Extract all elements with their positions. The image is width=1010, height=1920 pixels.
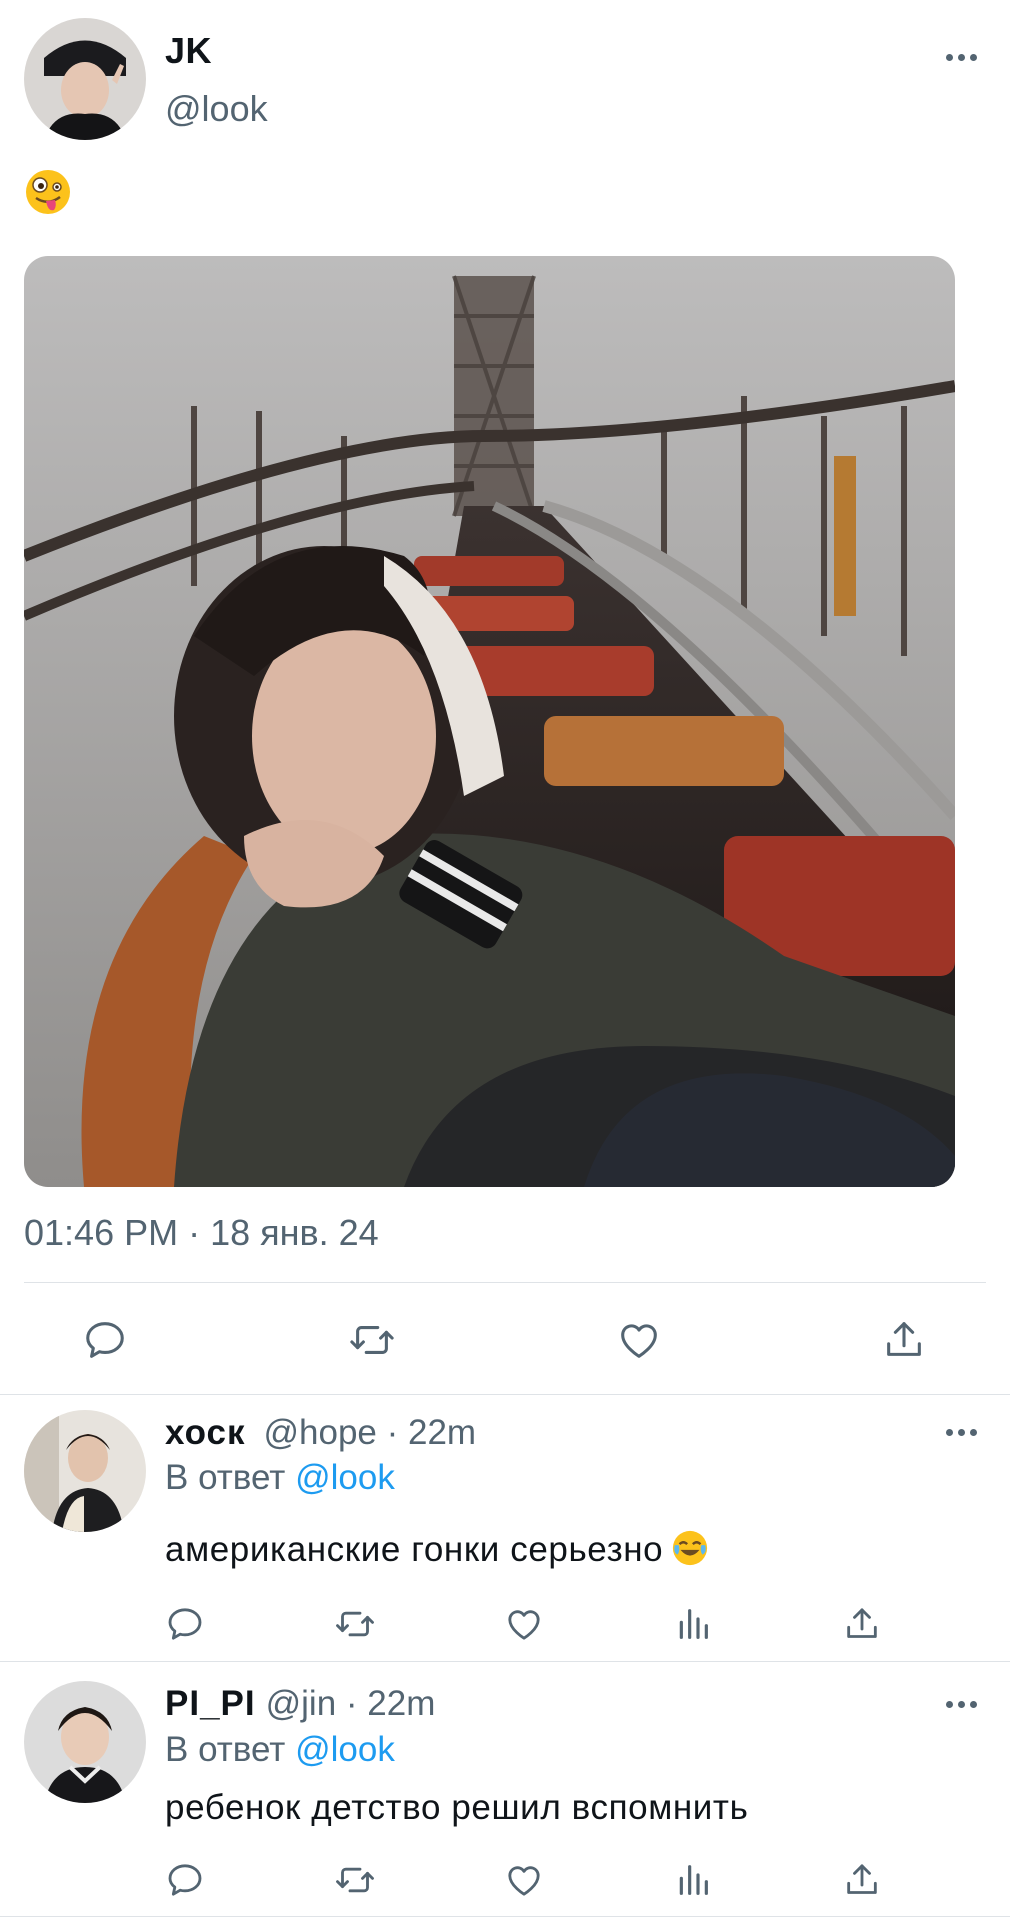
in-reply-label: В ответ [165, 1458, 286, 1497]
author-handle[interactable]: @look [165, 88, 268, 130]
reply-author-name[interactable]: PI_PI [165, 1684, 256, 1723]
retweet-icon[interactable] [331, 1858, 379, 1902]
reply-handle-time[interactable]: @hope · 22m [264, 1413, 477, 1452]
in-reply-to: В ответ @look [165, 1730, 395, 1770]
divider [0, 1916, 1010, 1917]
author-avatar[interactable] [24, 18, 146, 140]
more-icon[interactable] [946, 54, 978, 64]
reply-avatar[interactable] [24, 1410, 146, 1532]
reply-icon[interactable] [163, 1602, 207, 1646]
heart-icon[interactable] [612, 1315, 666, 1365]
reply-avatar[interactable] [24, 1681, 146, 1803]
reply-handle-time[interactable]: @jin · 22m [266, 1684, 436, 1723]
divider [0, 1394, 1010, 1395]
reply-text: американские гонки серьезно [165, 1529, 709, 1570]
heart-icon[interactable] [501, 1858, 547, 1902]
more-icon[interactable] [946, 1429, 978, 1439]
tweet-actions [0, 1310, 1010, 1370]
reply-text-content: американские гонки серьезно [165, 1530, 664, 1569]
share-icon[interactable] [840, 1602, 884, 1646]
reply-text-content: ребенок детство решил вспомнить [165, 1788, 749, 1827]
divider [0, 1661, 1010, 1662]
views-icon[interactable] [671, 1602, 715, 1646]
views-icon[interactable] [671, 1858, 715, 1902]
tweet-timestamp[interactable]: 01:46 PM · 18 янв. 24 [24, 1212, 379, 1254]
reply-actions [0, 1599, 1010, 1649]
reply-actions [0, 1855, 1010, 1905]
reply-header: PI_PI @jin · 22m [165, 1684, 435, 1724]
reply-text: ребенок детство решил вспомнить [165, 1788, 748, 1828]
share-icon[interactable] [840, 1858, 884, 1902]
reply-author-name[interactable]: хоск [165, 1413, 246, 1452]
divider [24, 1282, 986, 1283]
in-reply-to: В ответ @look [165, 1458, 395, 1498]
zany-face-emoji [24, 168, 72, 216]
reply-icon[interactable] [78, 1315, 132, 1365]
heart-icon[interactable] [501, 1602, 547, 1646]
mention-link[interactable]: @look [295, 1730, 395, 1769]
tears-of-joy-emoji [671, 1529, 709, 1567]
in-reply-label: В ответ [165, 1730, 286, 1769]
share-icon[interactable] [878, 1315, 930, 1365]
author-name[interactable]: JK [165, 30, 212, 72]
retweet-icon[interactable] [344, 1315, 400, 1365]
reply-icon[interactable] [163, 1858, 207, 1902]
more-icon[interactable] [946, 1701, 978, 1711]
retweet-icon[interactable] [331, 1602, 379, 1646]
reply-header: хоск @hope · 22m [165, 1413, 476, 1453]
mention-link[interactable]: @look [295, 1458, 395, 1497]
tweet-photo[interactable] [24, 256, 955, 1187]
